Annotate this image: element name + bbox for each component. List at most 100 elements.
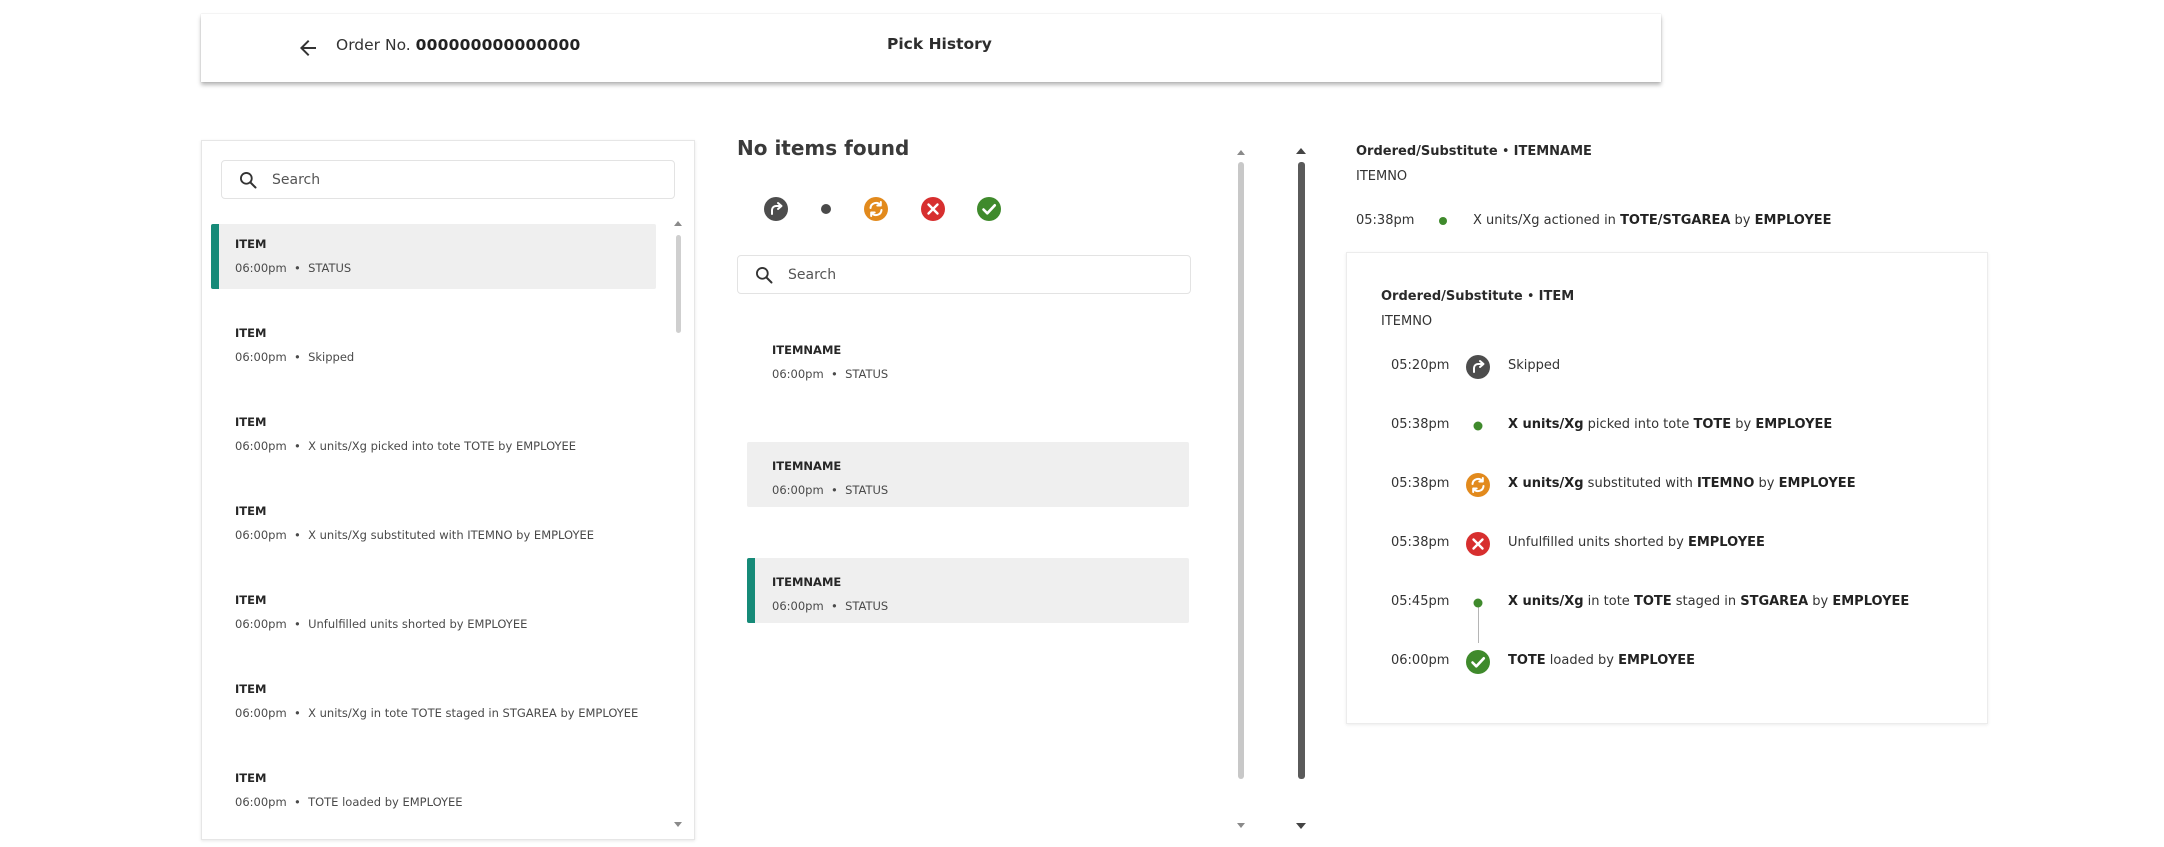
event-text: Unfulfilled units shorted by EMPLOYEE bbox=[1508, 535, 1765, 550]
event-time: 06:00pm bbox=[1391, 653, 1450, 668]
scroll-down-arrow[interactable] bbox=[1296, 823, 1306, 829]
separator: • bbox=[827, 367, 842, 381]
text-emphasis: TOTE/STGAREA bbox=[1620, 213, 1731, 228]
event-text: X units/Xg substituted with ITEMNO by EM… bbox=[1508, 476, 1856, 491]
title-separator: • bbox=[1501, 144, 1514, 159]
scrollbar-thumb[interactable] bbox=[1298, 162, 1305, 779]
card-title-prefix: Ordered/Substitute bbox=[1381, 289, 1523, 304]
card-title-item: ITEM bbox=[1538, 289, 1575, 304]
summary-time: 05:38pm bbox=[1356, 213, 1415, 228]
scroll-up-arrow[interactable] bbox=[1296, 148, 1306, 154]
separator: • bbox=[827, 599, 842, 613]
scroll-down-arrow[interactable] bbox=[1237, 823, 1245, 828]
scrollbar-thumb[interactable] bbox=[676, 235, 681, 333]
item-detail: X units/Xg substituted with ITEMNO by EM… bbox=[308, 528, 595, 542]
text-segment: substituted with bbox=[1583, 476, 1697, 491]
list-item[interactable]: ITEMNAME 06:00pm • STATUS bbox=[747, 326, 1189, 391]
detail-title-item: ITEMNAME bbox=[1513, 144, 1592, 159]
item-search-box[interactable] bbox=[221, 160, 675, 199]
item-time: 06:00pm bbox=[235, 706, 287, 720]
scroll-down-arrow[interactable] bbox=[674, 822, 682, 827]
scroll-up-arrow[interactable] bbox=[1237, 150, 1245, 155]
text-emphasis: X units/Xg bbox=[1508, 476, 1584, 491]
text-segment: staged in bbox=[1671, 594, 1741, 609]
top-bar: Order No. 000000000000000 Pick History bbox=[201, 14, 1661, 82]
list-item[interactable]: ITEM 06:00pm • TOTE loaded by EMPLOYEE bbox=[211, 758, 656, 847]
list-item[interactable]: ITEM 06:00pm • X units/Xg substituted wi… bbox=[211, 491, 656, 580]
shorted-icon bbox=[1466, 532, 1490, 556]
order-prefix: Order No. bbox=[336, 36, 411, 54]
substituted-filter-icon[interactable] bbox=[863, 196, 889, 222]
text-segment: loaded by bbox=[1545, 653, 1619, 668]
item-time: 06:00pm bbox=[772, 367, 824, 381]
list-item[interactable]: ITEMNAME 06:00pm • STATUS bbox=[747, 442, 1189, 507]
picked-dot-icon bbox=[1473, 421, 1483, 431]
item-detail: STATUS bbox=[845, 483, 889, 497]
loaded-icon bbox=[1466, 650, 1490, 674]
separator: • bbox=[290, 261, 305, 275]
page-title: Pick History bbox=[887, 35, 992, 53]
picked-filter-icon[interactable] bbox=[813, 196, 839, 222]
item-detail: Unfulfilled units shorted by EMPLOYEE bbox=[308, 617, 528, 631]
summary-dot-icon bbox=[1439, 217, 1447, 225]
list-item[interactable]: ITEM 06:00pm • Unfulfilled units shorted… bbox=[211, 580, 656, 669]
event-time: 05:45pm bbox=[1391, 594, 1450, 609]
detail-itemno: ITEMNO bbox=[1356, 169, 1408, 184]
scrollbar-thumb[interactable] bbox=[1238, 162, 1244, 779]
item-status-line: 06:00pm • STATUS bbox=[772, 599, 888, 613]
text-emphasis: EMPLOYEE bbox=[1754, 213, 1832, 228]
item-time: 06:00pm bbox=[235, 617, 287, 631]
item-time: 06:00pm bbox=[235, 528, 287, 542]
text-segment: picked into tote bbox=[1583, 417, 1694, 432]
item-name: ITEM bbox=[235, 504, 267, 518]
item-status-line: 06:00pm • Skipped bbox=[235, 350, 354, 364]
item-status-line: 06:00pm • STATUS bbox=[772, 483, 888, 497]
separator: • bbox=[290, 528, 305, 542]
detail-title: Ordered/Substitute • ITEMNAME bbox=[1356, 144, 1592, 159]
item-detail: TOTE loaded by EMPLOYEE bbox=[308, 795, 463, 809]
summary-text: X units/Xg actioned in TOTE/STGAREA by E… bbox=[1473, 213, 1832, 228]
order-number-label: Order No. 000000000000000 bbox=[336, 36, 580, 54]
item-status-line: 06:00pm • TOTE loaded by EMPLOYEE bbox=[235, 795, 463, 809]
shorted-filter-icon[interactable] bbox=[920, 196, 946, 222]
item-detail: X units/Xg picked into tote TOTE by EMPL… bbox=[308, 439, 577, 453]
back-arrow-icon[interactable] bbox=[296, 36, 320, 60]
skipped-filter-icon[interactable] bbox=[763, 196, 789, 222]
separator: • bbox=[827, 483, 842, 497]
substituted-icon bbox=[1466, 473, 1490, 497]
text-emphasis: X units/Xg bbox=[1508, 417, 1584, 432]
item-name: ITEM bbox=[235, 326, 267, 340]
item-name: ITEM bbox=[235, 771, 267, 785]
list-item[interactable]: ITEM 06:00pm • STATUS bbox=[211, 224, 656, 289]
separator: • bbox=[290, 350, 305, 364]
text-emphasis: ITEMNO bbox=[1696, 476, 1755, 491]
item-search-input[interactable] bbox=[270, 161, 591, 198]
list-item[interactable]: ITEM 06:00pm • Skipped bbox=[211, 313, 656, 402]
card-title: Ordered/Substitute • ITEM bbox=[1381, 289, 1574, 304]
event-text: X units/Xg in tote TOTE staged in STGARE… bbox=[1508, 594, 1909, 609]
list-item[interactable]: ITEMNAME 06:00pm • STATUS bbox=[747, 558, 1189, 623]
text-emphasis: TOTE bbox=[1633, 594, 1672, 609]
text-segment: in tote bbox=[1583, 594, 1634, 609]
list-item[interactable]: ITEM 06:00pm • X units/Xg in tote TOTE s… bbox=[211, 669, 656, 758]
item-time: 06:00pm bbox=[772, 599, 824, 613]
text-segment: Unfulfilled units shorted by bbox=[1508, 535, 1688, 550]
item-name: ITEM bbox=[235, 593, 267, 607]
scroll-up-arrow[interactable] bbox=[674, 221, 682, 226]
loaded-filter-icon[interactable] bbox=[976, 196, 1002, 222]
search-icon bbox=[756, 267, 773, 284]
skipped-icon bbox=[1466, 355, 1490, 379]
middle-search-input[interactable] bbox=[786, 256, 1107, 293]
separator: • bbox=[290, 617, 305, 631]
event-time: 05:38pm bbox=[1391, 476, 1450, 491]
item-time: 06:00pm bbox=[772, 483, 824, 497]
middle-search-box[interactable] bbox=[737, 255, 1191, 294]
item-name: ITEM bbox=[235, 415, 267, 429]
text-segment: by bbox=[1731, 417, 1756, 432]
list-item[interactable]: ITEM 06:00pm • X units/Xg picked into to… bbox=[211, 402, 656, 491]
text-emphasis: TOTE bbox=[1508, 653, 1546, 668]
middle-item-list: ITEMNAME 06:00pm • STATUS ITEMNAME 06:00… bbox=[747, 326, 1189, 674]
item-detail: STATUS bbox=[845, 599, 889, 613]
text-emphasis: X units/Xg bbox=[1508, 594, 1584, 609]
staged-dot-icon bbox=[1473, 598, 1483, 608]
